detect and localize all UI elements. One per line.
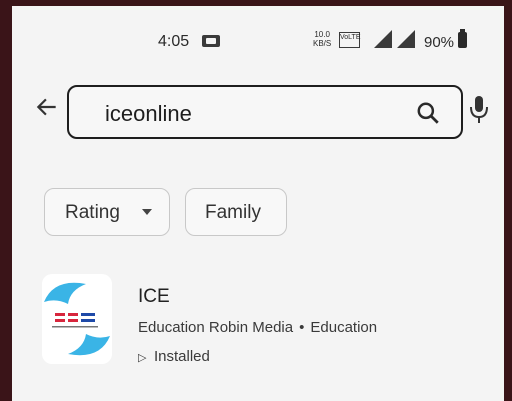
battery-icon — [458, 29, 467, 48]
search-input[interactable]: iceonline — [67, 85, 463, 139]
cast-icon — [202, 35, 220, 47]
filter-chip-rating[interactable]: Rating — [44, 188, 170, 236]
volte-icon: VoLTE — [339, 32, 361, 48]
search-icon[interactable] — [415, 100, 441, 126]
play-store-screen: 4:05 10.0 KB/S VoLTE 90% iceonline Ratin… — [12, 6, 504, 401]
filter-chip-rating-label: Rating — [65, 202, 120, 223]
meta-separator: • — [299, 319, 305, 336]
filter-chip-family-label: Family — [205, 202, 261, 223]
mic-icon[interactable] — [468, 94, 490, 126]
network-speed-value: 10.0 — [314, 30, 330, 39]
network-speed: 10.0 KB/S — [313, 30, 331, 48]
install-status: ▷ Installed — [138, 348, 210, 365]
signal-4g-icon — [374, 30, 392, 48]
app-title[interactable]: ICE — [138, 286, 170, 308]
battery-percent: 90% — [424, 34, 455, 51]
search-query: iceonline — [105, 101, 192, 126]
ice-logo-icon — [44, 282, 110, 356]
dropdown-caret-icon — [142, 209, 152, 215]
network-speed-unit: KB/S — [313, 39, 332, 48]
app-meta: Education Robin Media • Education — [138, 319, 377, 336]
app-developer: Education Robin Media — [138, 319, 294, 336]
filter-chip-family[interactable]: Family — [185, 188, 287, 236]
status-time: 4:05 — [158, 33, 190, 50]
app-category: Education — [310, 319, 378, 336]
status-bar: 4:05 10.0 KB/S VoLTE 90% — [12, 6, 504, 78]
app-icon[interactable] — [42, 274, 112, 364]
install-status-label: Installed — [154, 348, 210, 365]
arrow-back-icon[interactable] — [34, 94, 60, 120]
signal-icon — [397, 30, 415, 48]
installed-icon: ▷ — [138, 352, 147, 364]
